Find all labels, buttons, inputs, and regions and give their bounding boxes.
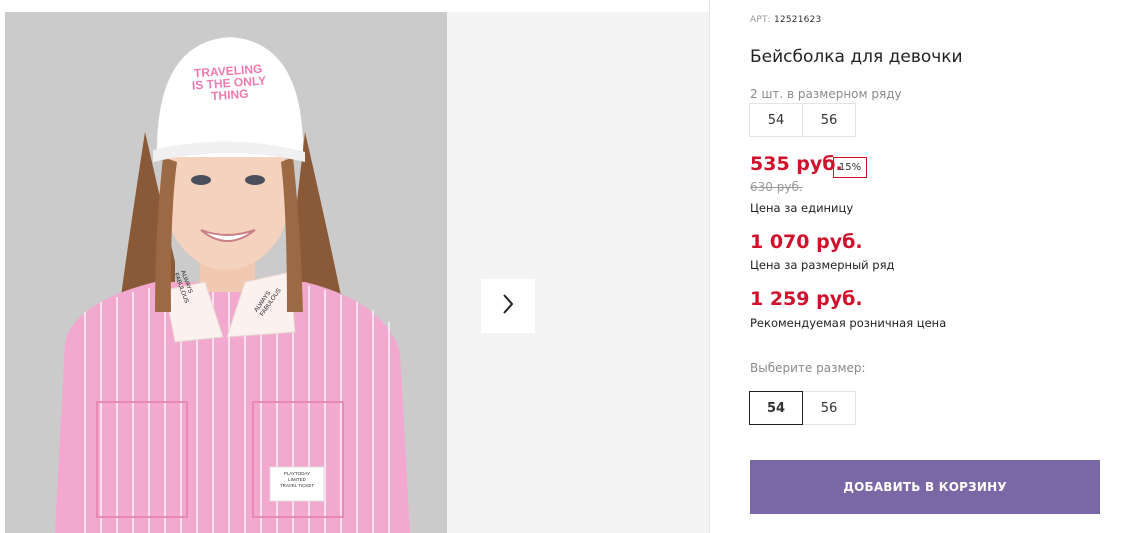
size-range-chip: 54 — [749, 103, 803, 137]
unit-price-caption: Цена за единицу — [750, 201, 854, 215]
product-page: TRAVELING IS THE ONLY THING ALWAYS FABUL… — [0, 0, 1129, 533]
article-label: АРТ: — [750, 15, 771, 25]
product-photo[interactable]: TRAVELING IS THE ONLY THING ALWAYS FABUL… — [5, 12, 447, 533]
range-price: 1 070 руб. — [750, 231, 863, 253]
shirt-tag-line: TRAVEL TICKET — [279, 483, 315, 488]
article-value: 12521623 — [773, 15, 822, 25]
discount-badge: 15% — [833, 157, 867, 178]
gallery-divider — [709, 0, 710, 533]
size-range-chip: 56 — [802, 103, 856, 137]
cap-print-text: TRAVELING IS THE ONLY THING — [178, 62, 280, 105]
size-option-56[interactable]: 56 — [802, 391, 856, 425]
choose-size-label: Выберите размер: — [750, 361, 866, 375]
gallery-next-button[interactable] — [481, 279, 535, 333]
size-range-list: 54 56 — [749, 103, 856, 137]
product-title: Бейсболка для девочки — [750, 47, 963, 67]
shirt-tag-text: PLAYTODAY LIMITED TRAVEL TICKET — [270, 471, 324, 489]
product-gallery: TRAVELING IS THE ONLY THING ALWAYS FABUL… — [5, 12, 710, 533]
old-price: 630 руб. — [750, 180, 803, 194]
retail-price-caption: Рекомендуемая розничная цена — [750, 316, 947, 330]
range-price-caption: Цена за размерный ряд — [750, 258, 895, 272]
size-range-label: 2 шт. в размерном ряду — [750, 87, 902, 101]
add-to-cart-button[interactable]: ДОБАВИТЬ В КОРЗИНУ — [750, 460, 1100, 514]
size-option-54[interactable]: 54 — [749, 391, 803, 425]
size-selector: 54 56 — [749, 391, 856, 425]
chevron-right-icon — [501, 293, 515, 319]
retail-price: 1 259 руб. — [750, 288, 863, 310]
article-number: АРТ: 12521623 — [750, 15, 821, 25]
current-price: 535 руб. — [750, 153, 843, 175]
